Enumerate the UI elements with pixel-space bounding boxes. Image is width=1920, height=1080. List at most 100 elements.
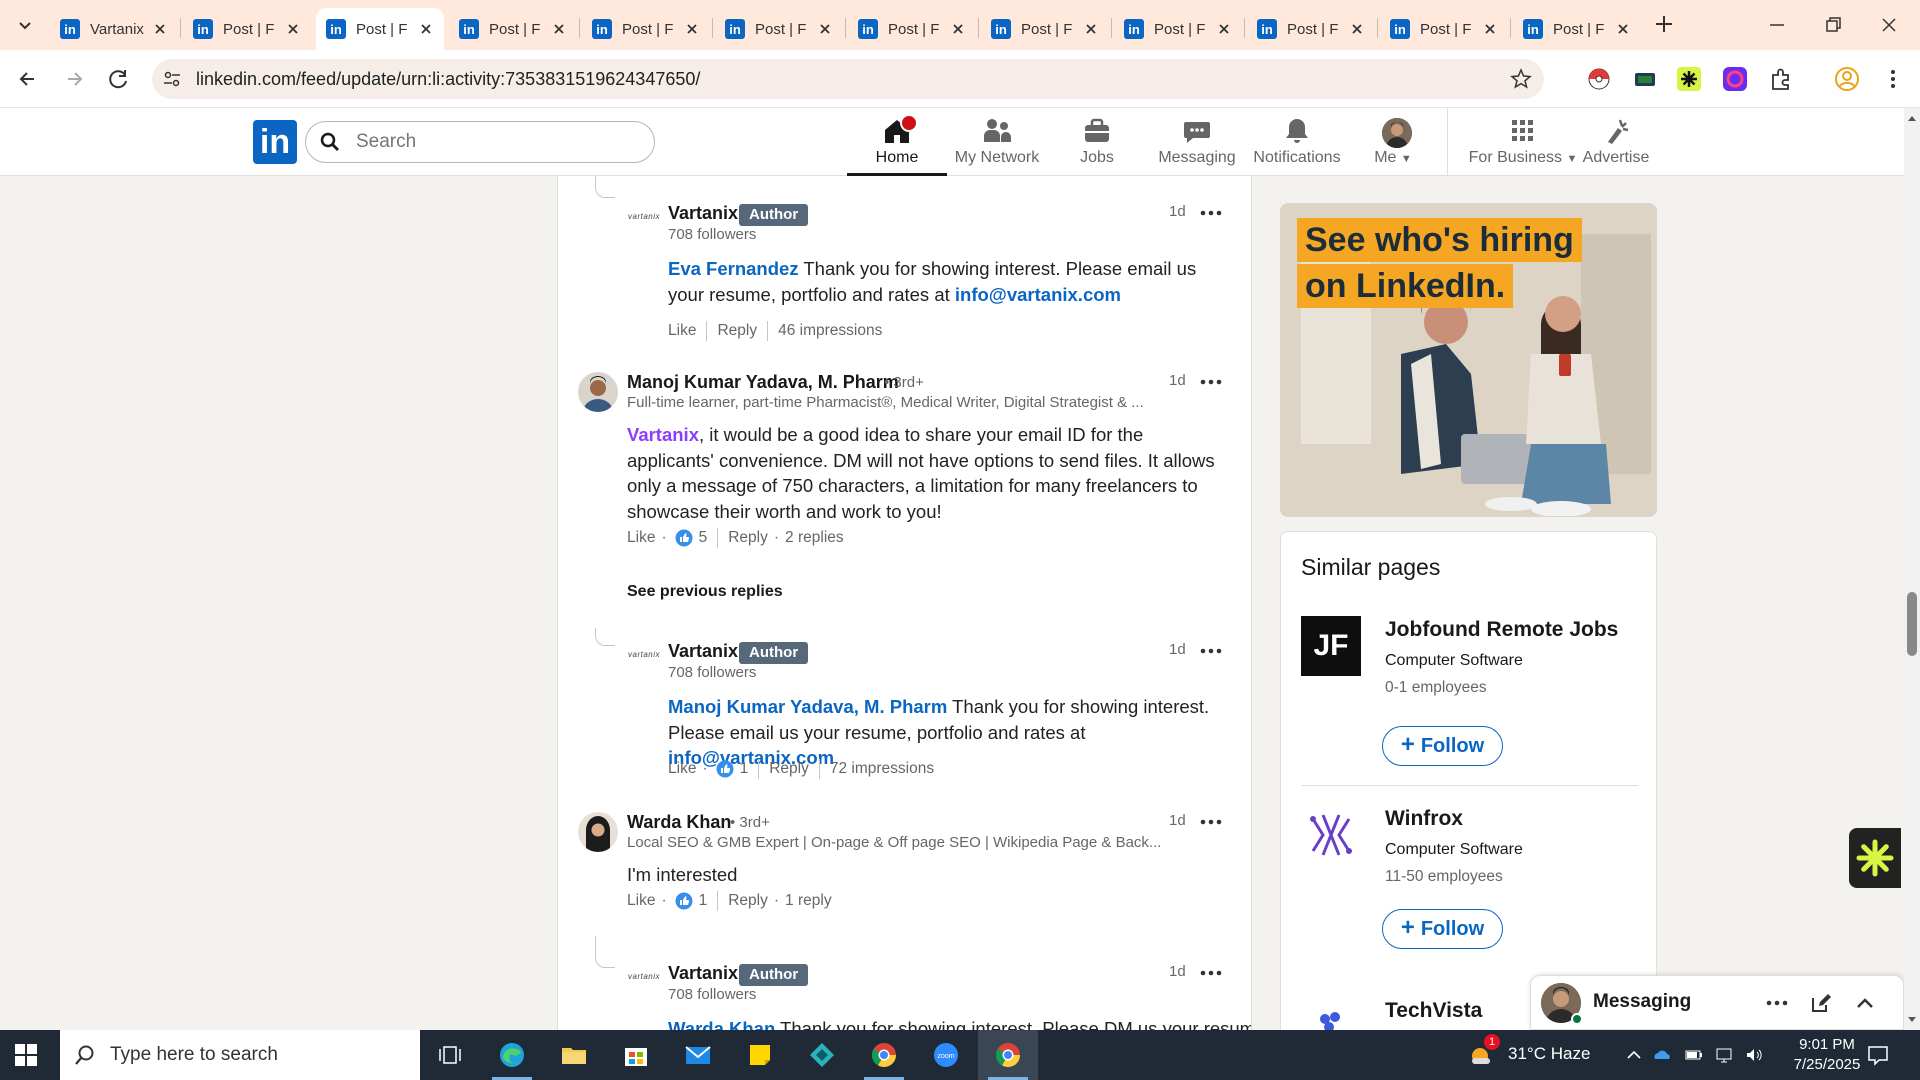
avatar[interactable] (578, 372, 618, 412)
notifications-icon[interactable] (1866, 1043, 1890, 1067)
forward-icon[interactable] (60, 64, 90, 94)
back-icon[interactable] (12, 64, 42, 94)
browser-tab[interactable]: in Post | F (1513, 8, 1641, 50)
taskbar-chrome-1[interactable] (854, 1030, 914, 1080)
taskbar-app-diamond[interactable] (792, 1030, 852, 1080)
nav-home[interactable]: Home (847, 108, 947, 176)
mention-link[interactable]: Eva Fernandez (668, 258, 799, 279)
taskbar-chrome-2[interactable] (978, 1030, 1038, 1080)
close-tab-icon[interactable] (1482, 21, 1498, 37)
search-box[interactable] (305, 121, 655, 163)
close-tab-icon[interactable] (418, 21, 434, 37)
address-bar[interactable]: linkedin.com/feed/update/urn:li:activity… (152, 59, 1544, 99)
page-name[interactable]: Jobfound Remote Jobs (1385, 618, 1618, 642)
nav-advertise[interactable]: Advertise (1566, 108, 1666, 176)
new-tab-icon[interactable] (1652, 12, 1676, 36)
weather-text[interactable]: 31°C Haze (1508, 1044, 1590, 1064)
commenter-name[interactable]: Vartanix (668, 963, 738, 984)
like-count[interactable]: 1 (699, 892, 708, 910)
tab-search-dropdown-icon[interactable] (12, 13, 38, 37)
minimize-icon[interactable] (1762, 10, 1792, 40)
restore-icon[interactable] (1818, 10, 1848, 40)
reply-button[interactable]: Reply (717, 322, 757, 340)
search-input[interactable] (356, 130, 636, 154)
nav-for-business[interactable]: For Business ▼ (1463, 108, 1583, 176)
extensions-puzzle-icon[interactable] (1768, 66, 1794, 92)
nav-notifications[interactable]: Notifications (1247, 108, 1347, 176)
replies-count[interactable]: 2 replies (785, 529, 844, 547)
hiring-ad-card[interactable]: See who's hiring on LinkedIn. (1280, 203, 1657, 517)
taskbar-mail[interactable] (668, 1030, 728, 1080)
page-name[interactable]: TechVista (1385, 999, 1482, 1023)
messaging-title[interactable]: Messaging (1593, 991, 1691, 1013)
color-picker-extension-icon[interactable] (1722, 66, 1748, 92)
browser-tab[interactable]: in Post | F (981, 8, 1109, 50)
email-link[interactable]: info@vartanix.com (955, 284, 1121, 305)
browser-menu-icon[interactable] (1880, 66, 1906, 92)
pokeball-extension-icon[interactable] (1586, 66, 1612, 92)
browser-tab[interactable]: in Post | F (1247, 8, 1375, 50)
browser-tab[interactable]: in Post | F (715, 8, 843, 50)
volume-icon[interactable] (1744, 1045, 1764, 1065)
taskbar-zoom[interactable]: zoom (916, 1030, 976, 1080)
scrollbar-thumb[interactable] (1907, 592, 1917, 656)
messaging-overlay[interactable]: Messaging (1530, 975, 1904, 1030)
scroll-up-icon[interactable] (1907, 114, 1917, 122)
task-view-button[interactable] (420, 1030, 480, 1080)
like-button[interactable]: Like (627, 892, 655, 910)
compose-icon[interactable] (1809, 992, 1833, 1014)
assistant-widget[interactable] (1849, 828, 1901, 888)
system-clock[interactable]: 9:01 PM 7/25/2025 (1782, 1035, 1872, 1075)
page-scrollbar[interactable] (1904, 108, 1920, 1030)
avatar[interactable] (578, 812, 618, 852)
more-options-icon[interactable] (1199, 646, 1223, 656)
close-tab-icon[interactable] (950, 21, 966, 37)
browser-tab[interactable]: in Post | F (449, 8, 577, 50)
browser-tab[interactable]: in Post | F (1114, 8, 1242, 50)
commenter-name[interactable]: Manoj Kumar Yadava, M. Pharm (627, 372, 899, 393)
page-name[interactable]: Winfrox (1385, 807, 1463, 831)
linkedin-logo[interactable]: in (253, 120, 297, 164)
browser-tab[interactable]: in Post | F (316, 8, 444, 50)
nav-messaging[interactable]: Messaging (1147, 108, 1247, 176)
taskbar-file-explorer[interactable] (544, 1030, 604, 1080)
browser-tab[interactable]: in Post | F (848, 8, 976, 50)
more-options-icon[interactable] (1199, 208, 1223, 218)
jobfound-logo[interactable]: JF (1301, 616, 1361, 676)
reply-button[interactable]: Reply (769, 760, 809, 778)
reload-icon[interactable] (104, 64, 134, 94)
follow-button[interactable]: + Follow (1382, 909, 1503, 949)
asterisk-extension-icon[interactable] (1676, 66, 1702, 92)
browser-tab[interactable]: in Post | F (582, 8, 710, 50)
close-tab-icon[interactable] (1615, 21, 1631, 37)
windows-start-icon[interactable] (14, 1043, 38, 1067)
chevron-up-icon[interactable] (1853, 992, 1877, 1014)
close-tab-icon[interactable] (1083, 21, 1099, 37)
see-previous-replies-button[interactable]: See previous replies (627, 583, 783, 601)
mention-link[interactable]: Warda Khan (668, 1018, 775, 1030)
reply-button[interactable]: Reply (728, 892, 768, 910)
bookmark-star-icon[interactable] (1510, 68, 1532, 90)
chevron-up-icon[interactable] (1624, 1045, 1644, 1065)
like-button[interactable]: Like (668, 760, 696, 778)
more-options-icon[interactable] (1199, 968, 1223, 978)
nav-my-network[interactable]: My Network (947, 108, 1047, 176)
like-count[interactable]: 1 (740, 760, 749, 778)
taskbar-store[interactable] (606, 1030, 666, 1080)
winfrox-logo[interactable] (1301, 805, 1361, 865)
close-tab-icon[interactable] (551, 21, 567, 37)
close-tab-icon[interactable] (684, 21, 700, 37)
browser-tab[interactable]: in Post | F (183, 8, 311, 50)
close-window-icon[interactable] (1874, 10, 1904, 40)
profile-icon[interactable] (1834, 66, 1860, 92)
close-tab-icon[interactable] (152, 21, 168, 37)
onedrive-icon[interactable] (1652, 1045, 1672, 1065)
like-button[interactable]: Like (627, 529, 655, 547)
close-tab-icon[interactable] (1216, 21, 1232, 37)
avatar[interactable] (1382, 118, 1412, 148)
replies-count[interactable]: 1 reply (785, 892, 832, 910)
reply-button[interactable]: Reply (728, 529, 768, 547)
commenter-name[interactable]: Vartanix (668, 203, 738, 224)
close-tab-icon[interactable] (1349, 21, 1365, 37)
taskbar-sticky-notes[interactable] (730, 1030, 790, 1080)
